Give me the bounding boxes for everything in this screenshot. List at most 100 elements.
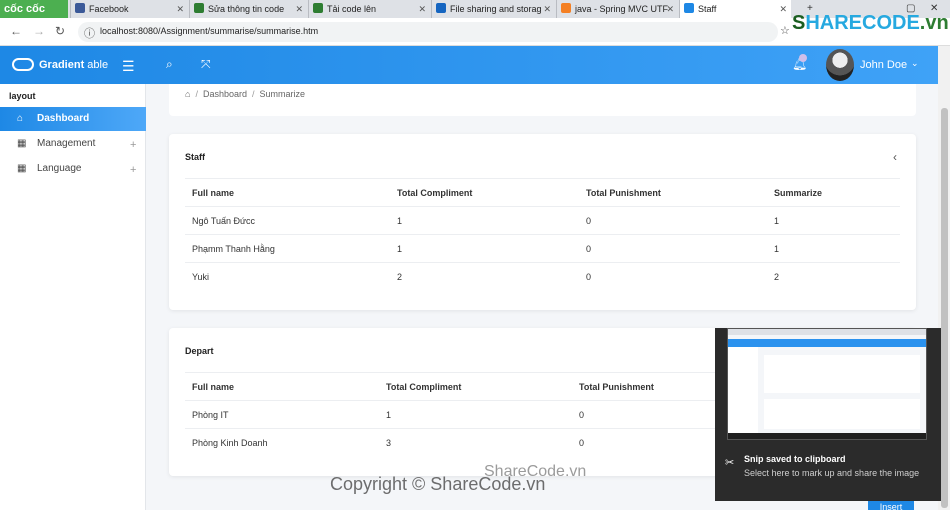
app-header: Gradient able ☰ ⌕ ⤧ 🔔︎ John Doe ⌄	[0, 46, 938, 84]
tab-upload-code[interactable]: Tải code lên ✕	[308, 0, 430, 18]
breadcrumb-summarize: Summarize	[259, 89, 306, 99]
breadcrumb-card: ⌂ / Dashboard / Summarize	[169, 84, 916, 116]
column-header: Total Compliment	[379, 372, 572, 401]
breadcrumb-dashboard[interactable]: Dashboard	[203, 89, 247, 99]
cloud-icon	[436, 3, 446, 13]
sidebar: layout ⌂ Dashboard ▦ Management + ▦ Lang…	[0, 84, 146, 510]
column-header: Summarize	[767, 178, 900, 207]
app-icon	[684, 3, 694, 13]
cell-punishment: 0	[586, 271, 592, 282]
table-row: Yuki 2 0 2	[185, 263, 900, 291]
sharecode-icon	[194, 3, 204, 13]
table-header-row: Full name Total Compliment Total Punishm…	[185, 178, 900, 207]
url-field[interactable]: ⓘ localhost:8080/Assignment/summarise/su…	[78, 22, 778, 42]
sidebar-item-management[interactable]: ▦ Management +	[0, 132, 146, 156]
chevron-down-icon[interactable]: ⌄	[911, 58, 919, 69]
fullscreen-icon[interactable]: ⤧	[201, 57, 211, 72]
close-icon[interactable]: ✕	[295, 0, 303, 18]
logo-light: able	[84, 59, 109, 71]
bookmark-star-icon[interactable]: ☆	[780, 24, 790, 37]
facebook-icon	[75, 3, 85, 13]
home-icon: ⌂	[17, 113, 24, 124]
tab-label: Staff	[698, 4, 717, 14]
logo-bold: Gradient	[39, 59, 85, 71]
tab-staff[interactable]: Staff ✕	[679, 0, 791, 18]
snip-tool-icon: ✂	[725, 457, 735, 469]
search-icon[interactable]: ⌕	[166, 57, 173, 72]
cell-full-name: Yuki	[192, 271, 210, 282]
url-text: localhost:8080/Assignment/summarise/summ…	[100, 26, 319, 36]
forward-icon[interactable]: →	[33, 24, 45, 38]
cell-punishment: 0	[579, 234, 767, 263]
watermark-lead: S	[792, 12, 806, 34]
reload-icon[interactable]: ↻	[55, 24, 65, 38]
column-header: Full name	[185, 178, 390, 207]
staff-card: Staff ‹ Full name Total Compliment Total…	[169, 134, 916, 310]
snip-subtitle: Select here to mark up and share the ima…	[744, 468, 920, 478]
cell-department: Phòng Kinh Doanh	[192, 437, 268, 448]
breadcrumb: ⌂ / Dashboard / Summarize	[185, 89, 306, 99]
grid-icon: ▦	[17, 163, 27, 174]
chevron-left-icon[interactable]: ‹	[893, 150, 897, 164]
table-row: Ngô Tuấn Đứcc 1 0 1	[185, 206, 900, 235]
tab-stackoverflow[interactable]: java - Spring MVC UTF ✕	[556, 0, 678, 18]
sidebar-item-label: Language	[37, 163, 82, 174]
tab-label: File sharing and storag	[450, 4, 542, 14]
cell-full-name: Ngô Tuấn Đứcc	[185, 206, 390, 235]
menu-toggle-icon[interactable]: ☰	[122, 58, 135, 75]
browser-brand[interactable]: cốc cốc	[0, 0, 68, 18]
close-icon[interactable]: ✕	[418, 0, 426, 18]
sidebar-item-dashboard[interactable]: ⌂ Dashboard	[0, 107, 146, 131]
tab-label: Facebook	[89, 4, 129, 14]
cell-compliment: 2	[397, 271, 403, 282]
sidebar-caption: layout	[9, 91, 36, 101]
expand-icon[interactable]: +	[130, 158, 136, 182]
logo-icon	[12, 58, 34, 71]
snip-notification[interactable]: ✂ Snip saved to clipboard Select here to…	[715, 328, 941, 501]
tab-file-sharing[interactable]: File sharing and storag ✕	[431, 0, 555, 18]
watermark-bottom: Copyright © ShareCode.vn	[330, 474, 546, 494]
sidebar-item-language[interactable]: ▦ Language +	[0, 157, 146, 181]
sidebar-item-label: Management	[37, 138, 96, 149]
cell-summarize: 1	[767, 234, 900, 263]
close-icon[interactable]: ✕	[543, 0, 551, 18]
cell-summarize: 2	[774, 271, 780, 282]
notification-dot	[799, 54, 807, 62]
cell-summarize: 1	[767, 206, 900, 235]
cell-punishment: 0	[579, 206, 767, 235]
cell-compliment: 1	[390, 234, 579, 263]
sidebar-item-label: Dashboard	[37, 113, 90, 124]
scrollbar-thumb[interactable]	[941, 108, 948, 508]
cell-full-name: Phạmm Thanh Hằng	[185, 234, 390, 263]
grid-icon: ▦	[17, 138, 27, 149]
insert-button[interactable]: Insert	[868, 501, 914, 510]
tab-facebook[interactable]: Facebook ✕	[70, 0, 188, 18]
close-icon[interactable]: ✕	[666, 0, 674, 18]
watermark-suffix: .vn	[919, 12, 949, 34]
watermark-top: SHARECODE.vn	[792, 12, 949, 35]
cell-compliment: 3	[386, 437, 392, 448]
cell-department: Phòng IT	[185, 400, 379, 429]
close-icon[interactable]: ✕	[176, 0, 184, 18]
tab-edit-code[interactable]: Sửa thông tin code ✕	[189, 0, 307, 18]
user-name[interactable]: John Doe	[860, 59, 907, 71]
app-logo-text[interactable]: Gradient able	[39, 59, 108, 71]
tab-label: Sửa thông tin code	[208, 4, 285, 14]
snip-thumbnail[interactable]	[727, 328, 927, 440]
close-icon[interactable]: ✕	[779, 0, 787, 18]
stackoverflow-icon	[561, 3, 571, 13]
column-header: Total Punishment	[579, 178, 767, 207]
staff-table: Full name Total Compliment Total Punishm…	[185, 178, 900, 291]
info-icon[interactable]: ⓘ	[84, 25, 95, 41]
watermark-rest: HARECODE	[805, 12, 920, 34]
cell-compliment: 1	[379, 400, 572, 429]
avatar[interactable]	[826, 49, 854, 81]
staff-card-title: Staff	[185, 152, 205, 162]
tab-label: Tải code lên	[327, 4, 377, 14]
home-icon[interactable]: ⌂	[185, 89, 190, 99]
column-header: Total Compliment	[390, 178, 579, 207]
table-row: Phạmm Thanh Hằng 1 0 1	[185, 234, 900, 263]
tab-label: java - Spring MVC UTF	[575, 4, 669, 14]
expand-icon[interactable]: +	[130, 133, 136, 157]
back-icon[interactable]: ←	[10, 24, 22, 38]
